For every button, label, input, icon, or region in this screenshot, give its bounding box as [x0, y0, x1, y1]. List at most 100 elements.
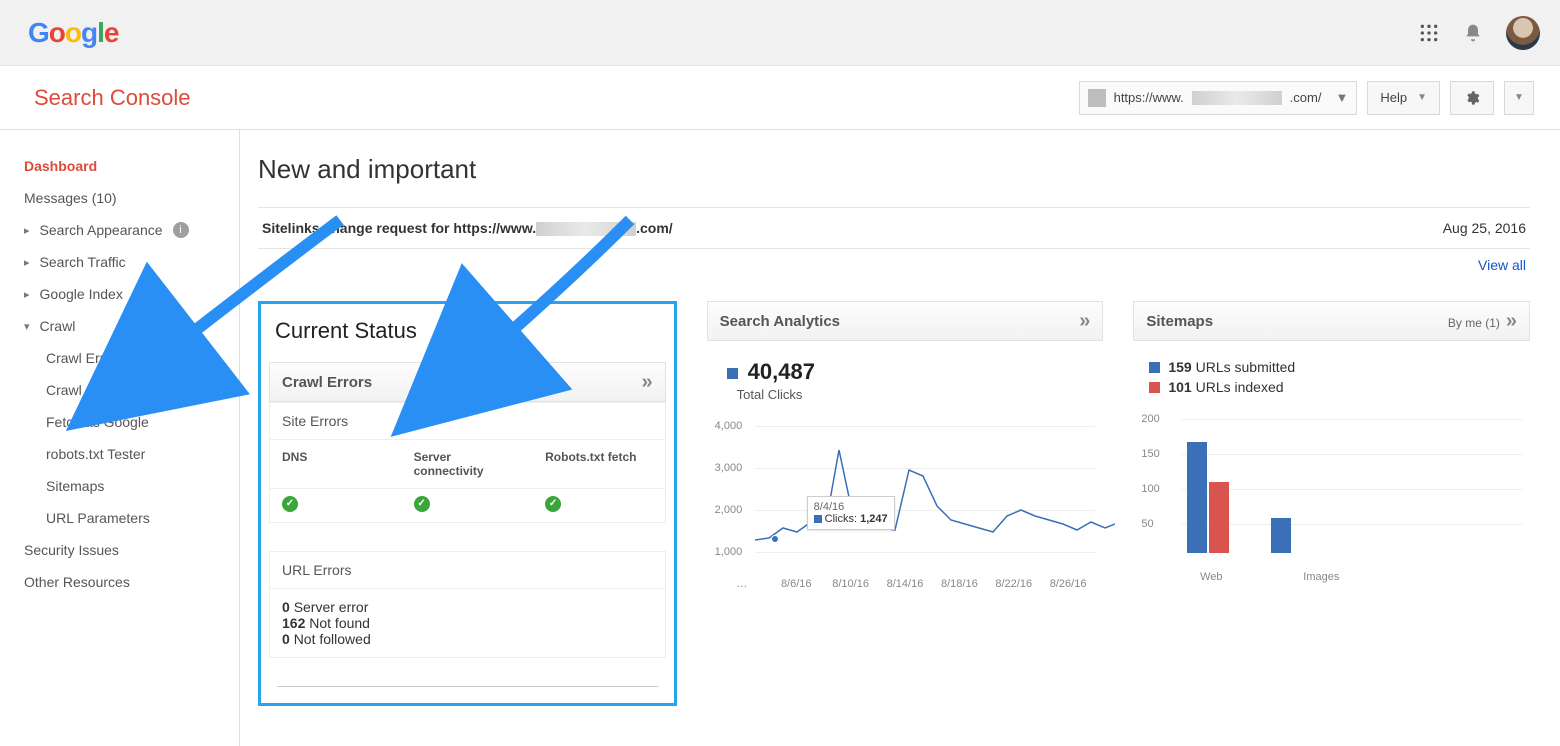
sidebar-item-crawl[interactable]: Crawl [18, 310, 239, 342]
gear-icon [1464, 90, 1480, 106]
message-redacted [536, 222, 636, 236]
url-error-row: 162 Not found [282, 615, 653, 631]
toolbar-right: https://www. .com/ ▼ Help ▼ ▼ [1079, 81, 1534, 115]
chevron-right-icon[interactable]: » [1506, 310, 1517, 332]
site-picker[interactable]: https://www. .com/ ▼ [1079, 81, 1358, 115]
sidebar-item-robots-tester[interactable]: robots.txt Tester [18, 438, 239, 470]
info-icon[interactable]: i [173, 222, 189, 238]
message-row[interactable]: Sitelinks change request for https://www… [258, 207, 1530, 249]
google-logo[interactable]: Google [28, 17, 118, 49]
url-error-label: Server error [294, 599, 369, 615]
page-title: New and important [258, 154, 1530, 185]
settings-button[interactable] [1450, 81, 1494, 115]
y-tick: 4,000 [715, 420, 743, 432]
url-error-label: Not followed [294, 631, 371, 647]
sitemaps-bar-chart[interactable]: 200 150 100 50 Web Ima [1141, 413, 1522, 583]
robots-fetch-label: Robots.txt fetch [533, 440, 665, 488]
chevron-right-icon[interactable]: » [642, 371, 653, 394]
legend-swatch-icon [727, 368, 738, 379]
y-tick: 100 [1141, 483, 1159, 495]
search-analytics-card: Search Analytics » 40,487 Total Clicks 4… [707, 301, 1104, 706]
legend-indexed: 101 URLs indexed [1149, 379, 1522, 395]
tooltip-value: 1,247 [860, 513, 888, 525]
legend-swatch-icon [814, 515, 822, 523]
site-url-prefix: https://www. [1114, 90, 1184, 105]
product-toolbar: Search Console https://www. .com/ ▼ Help… [0, 66, 1560, 130]
sidebar: Dashboard Messages (10) Search Appearanc… [0, 130, 240, 746]
sidebar-label: Crawl [40, 318, 76, 334]
total-clicks-legend: 40,487 [727, 359, 1096, 385]
x-axis: … 8/6/16 8/10/16 8/14/16 8/18/16 8/22/16… [715, 578, 1096, 590]
sidebar-item-sitemaps[interactable]: Sitemaps [18, 470, 239, 502]
divider [277, 686, 658, 687]
y-tick: 50 [1141, 518, 1153, 530]
site-url-redacted [1192, 91, 1282, 105]
cards-row: Current Status Crawl Errors » Site Error… [258, 301, 1530, 706]
x-tick: Web [1181, 571, 1241, 583]
crawl-errors-header[interactable]: Crawl Errors » [269, 362, 666, 402]
x-tick: Images [1291, 571, 1351, 583]
current-status-title: Current Status [275, 318, 660, 344]
sidebar-item-messages[interactable]: Messages (10) [18, 182, 239, 214]
url-error-count: 0 [282, 599, 290, 615]
sidebar-item-other-resources[interactable]: Other Resources [18, 566, 239, 598]
help-button[interactable]: Help ▼ [1367, 81, 1440, 115]
check-ok-icon [282, 496, 298, 512]
sidebar-item-crawl-stats[interactable]: Crawl Stats [18, 374, 239, 406]
site-favicon [1088, 89, 1106, 107]
sidebar-label: Search Traffic [40, 254, 126, 270]
sidebar-item-url-parameters[interactable]: URL Parameters [18, 502, 239, 534]
sitemaps-card: Sitemaps By me (1) » 159 URLs submitted 1… [1133, 301, 1530, 706]
y-tick: 150 [1141, 448, 1159, 460]
sitemaps-title: Sitemaps [1146, 313, 1213, 330]
sidebar-item-dashboard[interactable]: Dashboard [18, 150, 239, 182]
caret-down-icon: ▼ [1335, 90, 1348, 105]
sitemaps-body: 159 URLs submitted 101 URLs indexed 200 … [1133, 341, 1530, 583]
server-connectivity-label: Server connectivity [402, 440, 534, 488]
view-all-link[interactable]: View all [1478, 257, 1526, 273]
url-errors-label: URL Errors [270, 552, 665, 588]
sidebar-label: Dashboard [24, 158, 97, 174]
clicks-line-chart[interactable]: 4,000 3,000 2,000 1,000 8/4/16 Clicks: 1… [715, 420, 1096, 590]
tooltip-date: 8/4/16 [814, 501, 888, 513]
sidebar-item-security-issues[interactable]: Security Issues [18, 534, 239, 566]
sidebar-item-crawl-errors[interactable]: Crawl Errors [18, 342, 239, 374]
sidebar-item-search-appearance[interactable]: Search Appearance i [18, 214, 239, 246]
sidebar-label: robots.txt Tester [46, 446, 145, 462]
site-errors-label: Site Errors [270, 403, 665, 439]
account-avatar[interactable] [1506, 16, 1540, 50]
site-url-suffix: .com/ [1290, 90, 1322, 105]
help-label: Help [1380, 90, 1407, 105]
legend-swatch-icon [1149, 382, 1160, 393]
sidebar-item-search-traffic[interactable]: Search Traffic [18, 246, 239, 278]
sitemaps-header-right: By me (1) » [1448, 310, 1517, 333]
settings-more-button[interactable]: ▼ [1504, 81, 1534, 115]
dns-label: DNS [270, 440, 402, 488]
message-date: Aug 25, 2016 [1443, 220, 1526, 236]
caret-down-icon: ▼ [1417, 92, 1427, 103]
url-errors-body: 0 Server error 162 Not found 0 Not follo… [270, 588, 665, 657]
chevron-right-icon[interactable]: » [1079, 310, 1090, 333]
sidebar-label: Messages (10) [24, 190, 117, 206]
bars-container [1181, 413, 1522, 553]
apps-icon[interactable] [1418, 22, 1440, 44]
url-error-label: Not found [309, 615, 370, 631]
search-analytics-header[interactable]: Search Analytics » [707, 301, 1104, 341]
topbar-right [1418, 16, 1540, 50]
product-name[interactable]: Search Console [34, 85, 191, 111]
sidebar-label: Search Appearance [40, 222, 163, 238]
total-clicks-label: Total Clicks [737, 387, 1096, 402]
global-topbar: Google [0, 0, 1560, 66]
x-tick: 8/6/16 [769, 578, 823, 590]
line-chart-svg [755, 420, 1115, 560]
sidebar-item-fetch-as-google[interactable]: Fetch as Google [18, 406, 239, 438]
y-tick: 3,000 [715, 462, 743, 474]
x-axis: Web Images [1141, 571, 1522, 583]
sitemaps-legend: 159 URLs submitted 101 URLs indexed [1149, 359, 1522, 395]
site-errors-status [270, 488, 665, 522]
legend-submitted: 159 URLs submitted [1149, 359, 1522, 375]
sitemaps-byme: By me (1) [1448, 316, 1500, 330]
notifications-icon[interactable] [1462, 22, 1484, 44]
sidebar-item-google-index[interactable]: Google Index [18, 278, 239, 310]
sitemaps-header[interactable]: Sitemaps By me (1) » [1133, 301, 1530, 341]
